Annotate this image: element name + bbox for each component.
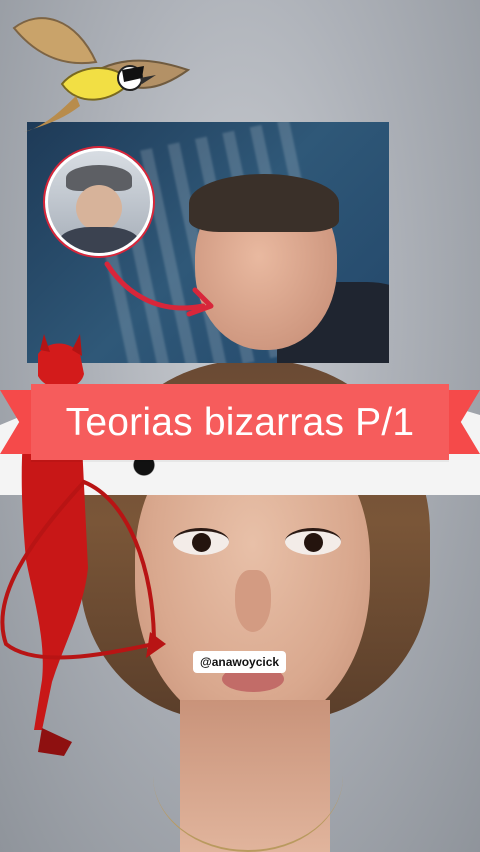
reference-photo-card [27,122,389,363]
banner-title: Teorias bizarras P/1 [65,400,415,444]
speaker-right-eye [285,528,341,555]
speaker-left-eye [173,528,229,555]
red-arrow-icon [104,261,214,317]
speaker-nose [235,570,271,632]
title-banner: Teorias bizarras P/1 [0,380,480,464]
video-frame: Teorias bizarras P/1 @anawoycick [0,0,480,852]
banner-ribbon: Teorias bizarras P/1 [31,384,449,460]
speaker-necklace [153,700,343,852]
creator-handle-watermark: @anawoycick [193,651,287,673]
bird-sticker-icon [12,17,191,132]
